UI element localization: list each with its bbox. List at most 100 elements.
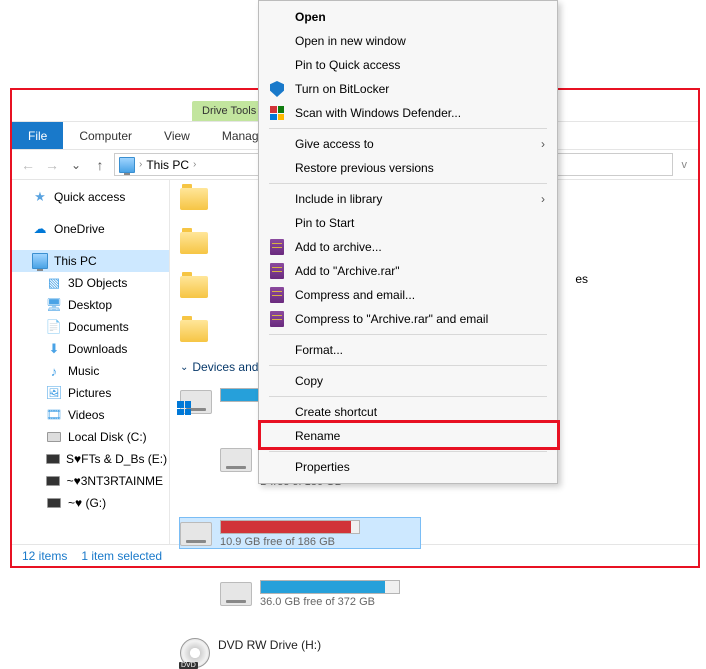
- ctx-label: Include in library: [295, 192, 382, 206]
- download-icon: ⬇: [46, 341, 62, 357]
- ctx-pin-quick-access[interactable]: Pin to Quick access: [261, 53, 555, 77]
- ctx-label: Give access to: [295, 137, 374, 151]
- drive-free-text: 10.9 GB free of 186 GB: [220, 536, 420, 548]
- chevron-right-icon: ›: [139, 159, 142, 170]
- archive-icon: [269, 287, 285, 303]
- sidebar-item-label: Quick access: [54, 190, 125, 204]
- ctx-copy[interactable]: Copy: [261, 369, 555, 393]
- chevron-right-icon: ›: [541, 137, 545, 151]
- ctx-open[interactable]: Open: [261, 5, 555, 29]
- monitor-icon: [32, 253, 48, 269]
- ctx-compress-rar-email[interactable]: Compress to "Archive.rar" and email: [261, 307, 555, 331]
- ctx-label: Create shortcut: [295, 405, 377, 419]
- this-pc-icon: [119, 157, 135, 173]
- folder-icon[interactable]: [180, 232, 208, 254]
- ctx-properties[interactable]: Properties: [261, 455, 555, 479]
- star-icon: ★: [32, 189, 48, 205]
- ctx-include-library[interactable]: Include in library›: [261, 187, 555, 211]
- sidebar-item-music[interactable]: ♪ Music: [12, 360, 169, 382]
- windows-badge-icon: [177, 401, 191, 415]
- contextual-tab-drive-tools[interactable]: Drive Tools: [192, 101, 266, 121]
- usage-bar: [220, 520, 360, 534]
- disk-icon: [46, 495, 62, 511]
- nav-up-button[interactable]: [90, 155, 110, 175]
- folder-icon[interactable]: [180, 320, 208, 342]
- ctx-rename[interactable]: Rename: [261, 424, 555, 448]
- sidebar-item-onedrive[interactable]: ☁ OneDrive: [12, 218, 169, 240]
- ctx-label: Open: [295, 10, 326, 24]
- ctx-create-shortcut[interactable]: Create shortcut: [261, 400, 555, 424]
- separator: [269, 183, 547, 184]
- folder-icon[interactable]: [180, 276, 208, 298]
- sidebar-item-pictures[interactable]: 🖼Pictures: [12, 382, 169, 404]
- ctx-add-archive[interactable]: Add to archive...: [261, 235, 555, 259]
- usage-bar: [260, 580, 400, 594]
- chevron-down-icon: ⌄: [180, 362, 188, 373]
- ctx-label: Compress to "Archive.rar" and email: [295, 312, 488, 326]
- ctx-restore-versions[interactable]: Restore previous versions: [261, 156, 555, 180]
- tab-file[interactable]: File: [12, 122, 63, 149]
- context-menu: Open Open in new window Pin to Quick acc…: [258, 0, 558, 484]
- drive-item-selected[interactable]: 10.9 GB free of 186 GB: [180, 518, 420, 548]
- ctx-label: Compress and email...: [295, 288, 415, 302]
- shield-icon: [269, 81, 285, 97]
- sidebar-item-downloads[interactable]: ⬇ Downloads: [12, 338, 169, 360]
- ctx-open-new-window[interactable]: Open in new window: [261, 29, 555, 53]
- drive-name: DVD RW Drive (H:): [218, 638, 420, 652]
- sidebar-item-label: 3D Objects: [68, 276, 127, 290]
- sidebar-item-documents[interactable]: 📄Documents: [12, 316, 169, 338]
- ctx-bitlocker[interactable]: Turn on BitLocker: [261, 77, 555, 101]
- sidebar-item-label: Documents: [68, 320, 129, 334]
- ctx-give-access[interactable]: Give access to ›: [261, 132, 555, 156]
- archive-icon: [269, 311, 285, 327]
- sidebar-item-desktop[interactable]: 🖥Desktop: [12, 294, 169, 316]
- nav-forward-button[interactable]: [42, 155, 62, 175]
- sidebar-item-quick-access[interactable]: ★ Quick access: [12, 186, 169, 208]
- ctx-label: Add to "Archive.rar": [295, 264, 400, 278]
- ctx-compress-email[interactable]: Compress and email...: [261, 283, 555, 307]
- disk-icon: [46, 429, 62, 445]
- picture-icon: 🖼: [46, 385, 62, 401]
- sidebar-item-drive-e[interactable]: S♥FTs & D_Bs (E:): [12, 448, 169, 470]
- separator: [269, 334, 547, 335]
- ctx-label: Pin to Start: [295, 216, 354, 230]
- separator: [269, 365, 547, 366]
- nav-history-dropdown[interactable]: [66, 155, 86, 175]
- sidebar-item-label: Videos: [68, 408, 104, 422]
- ctx-label: Scan with Windows Defender...: [295, 106, 461, 120]
- sidebar-item-this-pc[interactable]: This PC: [12, 250, 169, 272]
- sidebar-item-local-disk-c[interactable]: Local Disk (C:): [12, 426, 169, 448]
- separator: [269, 396, 547, 397]
- nav-back-button[interactable]: [18, 155, 38, 175]
- cube-icon: ▧: [46, 275, 62, 291]
- ctx-format[interactable]: Format...: [261, 338, 555, 362]
- sidebar-item-label: This PC: [54, 254, 97, 268]
- folder-icon[interactable]: [180, 188, 208, 210]
- ctx-add-archive-rar[interactable]: Add to "Archive.rar": [261, 259, 555, 283]
- sidebar-item-label: Music: [68, 364, 99, 378]
- video-icon: 🎞: [46, 407, 62, 423]
- sidebar-item-label: Downloads: [68, 342, 127, 356]
- drive-item-dvd[interactable]: DVD RW Drive (H:): [180, 638, 420, 668]
- disk-icon: [46, 473, 61, 489]
- ctx-label: Add to archive...: [295, 240, 382, 254]
- tab-computer[interactable]: Computer: [63, 122, 148, 149]
- ctx-label: Pin to Quick access: [295, 58, 400, 72]
- chevron-right-icon: ›: [193, 159, 196, 170]
- sidebar-item-3d-objects[interactable]: ▧ 3D Objects: [12, 272, 169, 294]
- tab-view[interactable]: View: [148, 122, 206, 149]
- sidebar-item-drive-g[interactable]: ~♥ (G:): [12, 492, 169, 514]
- sidebar-item-drive-f[interactable]: ~♥3NT3RTAINME: [12, 470, 169, 492]
- drive-icon: [220, 448, 252, 472]
- sidebar-item-videos[interactable]: 🎞 Videos: [12, 404, 169, 426]
- ctx-label: Open in new window: [295, 34, 406, 48]
- address-refresh-dropdown[interactable]: v: [677, 156, 693, 174]
- defender-icon: [269, 105, 285, 121]
- drive-item-g[interactable]: 36.0 GB free of 372 GB: [220, 578, 460, 608]
- ctx-pin-start[interactable]: Pin to Start: [261, 211, 555, 235]
- music-icon: ♪: [46, 363, 62, 379]
- breadcrumb-segment[interactable]: This PC: [146, 158, 189, 172]
- navigation-pane: ★ Quick access ☁ OneDrive This PC ▧ 3D Ob…: [12, 180, 170, 544]
- partial-label: es: [575, 272, 588, 286]
- ctx-defender[interactable]: Scan with Windows Defender...: [261, 101, 555, 125]
